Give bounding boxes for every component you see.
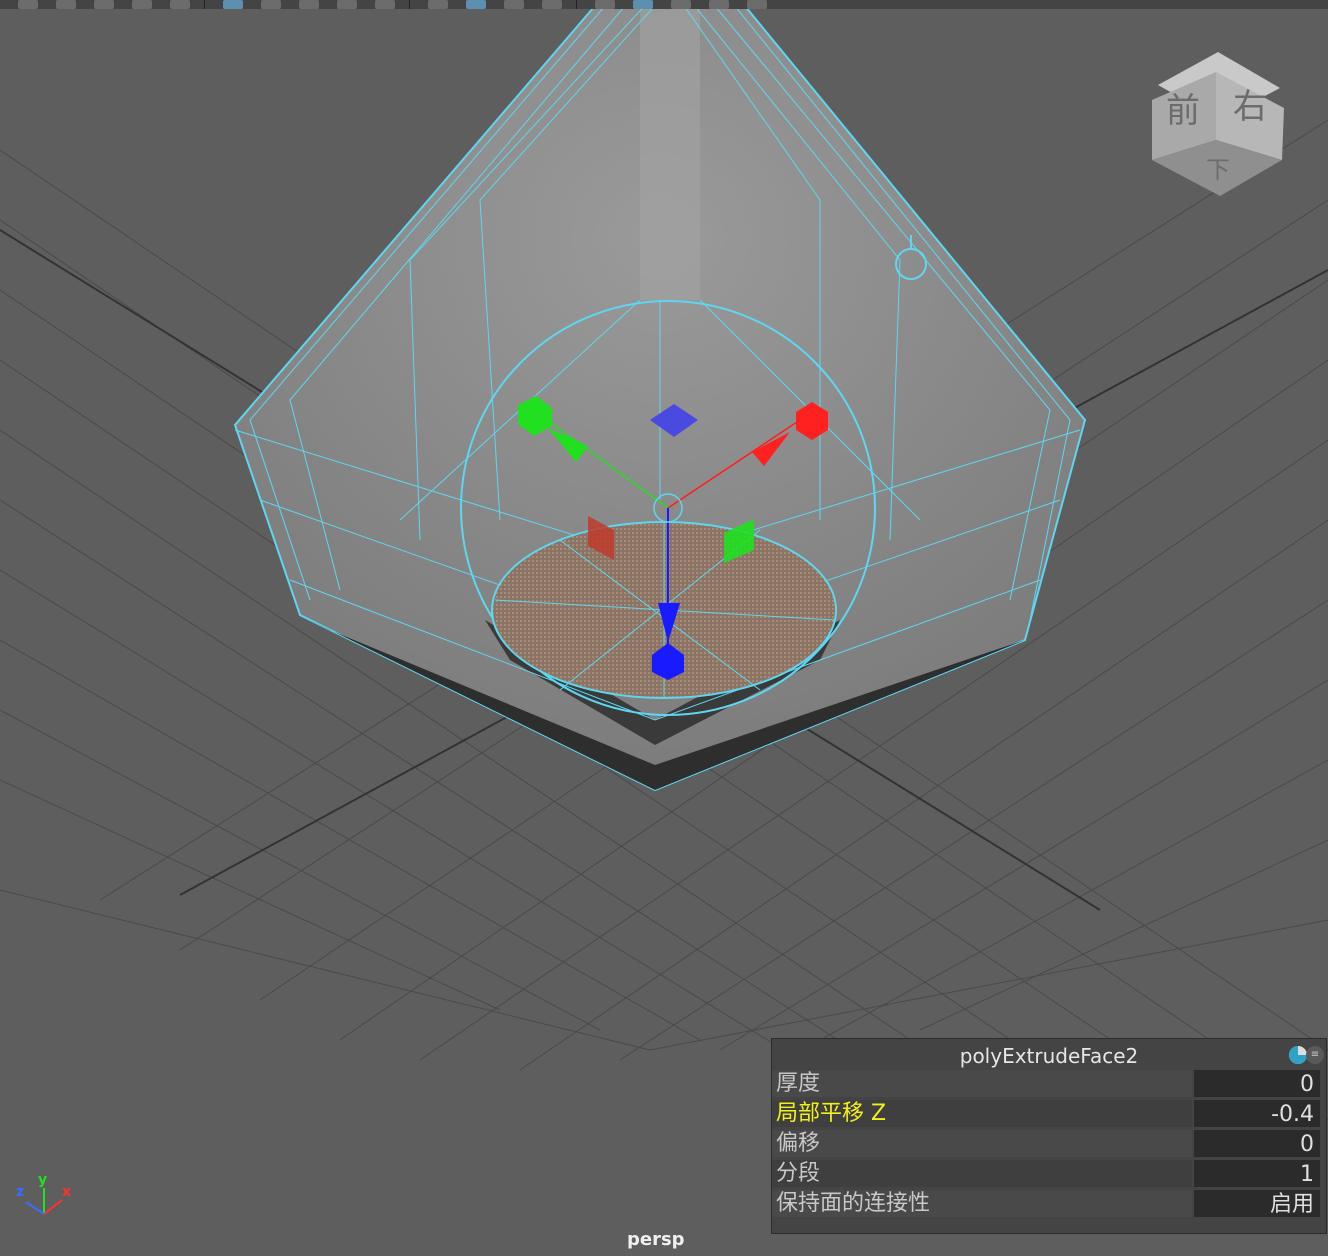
shadow-icon[interactable] — [542, 0, 562, 9]
ambient-occlusion-icon[interactable] — [671, 0, 691, 9]
toolbar-separator — [576, 0, 577, 9]
paint-icon[interactable] — [170, 0, 190, 9]
view-cube-front-label: 前 — [1166, 91, 1200, 131]
snap-icon[interactable] — [94, 0, 114, 9]
pie-toggle-icon[interactable] — [1288, 1045, 1308, 1065]
isolate-icon[interactable] — [595, 0, 615, 9]
camera-icon[interactable] — [223, 0, 243, 9]
anti-alias-icon[interactable] — [709, 0, 729, 9]
textured-cube-icon[interactable] — [466, 0, 486, 9]
camera-name-label: persp — [627, 1229, 685, 1250]
attribute-label: 厚度 — [776, 1071, 821, 1096]
axis-z-label: z — [16, 1184, 25, 1200]
grid-icon[interactable] — [261, 0, 281, 9]
in-view-channel-box: polyExtrudeFace2 ≡ 厚度 0 局部平移 Z -0.4 偏移 0… — [771, 1038, 1327, 1234]
attribute-value-field[interactable]: 0 — [1194, 1130, 1320, 1157]
attribute-label: 偏移 — [776, 1131, 821, 1156]
wireframe-cube-icon[interactable] — [428, 0, 448, 9]
depth-of-field-icon[interactable] — [747, 0, 767, 9]
attribute-row-highlighted[interactable]: 局部平移 Z -0.4 — [772, 1099, 1326, 1127]
shaded-icon[interactable] — [337, 0, 357, 9]
attribute-row[interactable]: 厚度 0 — [772, 1069, 1326, 1097]
attribute-value-field[interactable]: 启用 — [1194, 1190, 1320, 1217]
attribute-row[interactable]: 偏移 0 — [772, 1129, 1326, 1157]
attribute-label: 局部平移 Z — [776, 1101, 887, 1126]
axis-x-label: x — [62, 1184, 72, 1200]
light-icon[interactable] — [504, 0, 524, 9]
resolution-gate-icon[interactable] — [375, 0, 395, 9]
xray-icon[interactable] — [633, 0, 653, 9]
panel-toolbar — [0, 0, 1328, 9]
view-cube-right-label: 右 — [1233, 87, 1267, 127]
toolbar-separator — [409, 0, 410, 9]
attribute-value-field[interactable]: 0 — [1194, 1070, 1320, 1097]
select-icon[interactable] — [18, 0, 38, 9]
film-icon[interactable] — [299, 0, 319, 9]
move-icon[interactable] — [56, 0, 76, 9]
toolbar-separator — [204, 0, 205, 9]
attribute-label: 分段 — [776, 1161, 821, 1186]
attribute-label: 保持面的连接性 — [776, 1191, 931, 1216]
view-cube[interactable]: 前 右 下 — [1152, 52, 1284, 196]
menu-icon[interactable]: ≡ — [1306, 1046, 1324, 1064]
attribute-value-field[interactable]: 1 — [1194, 1160, 1320, 1187]
node-name-title: polyExtrudeFace2 — [959, 1044, 1139, 1068]
attribute-value-field[interactable]: -0.4 — [1194, 1100, 1320, 1127]
axis-triad — [25, 1188, 63, 1215]
magnet-icon[interactable] — [132, 0, 152, 9]
view-cube-bottom-label: 下 — [1206, 156, 1230, 184]
attribute-row[interactable]: 分段 1 — [772, 1159, 1326, 1187]
attribute-row[interactable]: 保持面的连接性 启用 — [772, 1189, 1326, 1217]
axis-y-label: y — [38, 1172, 48, 1188]
